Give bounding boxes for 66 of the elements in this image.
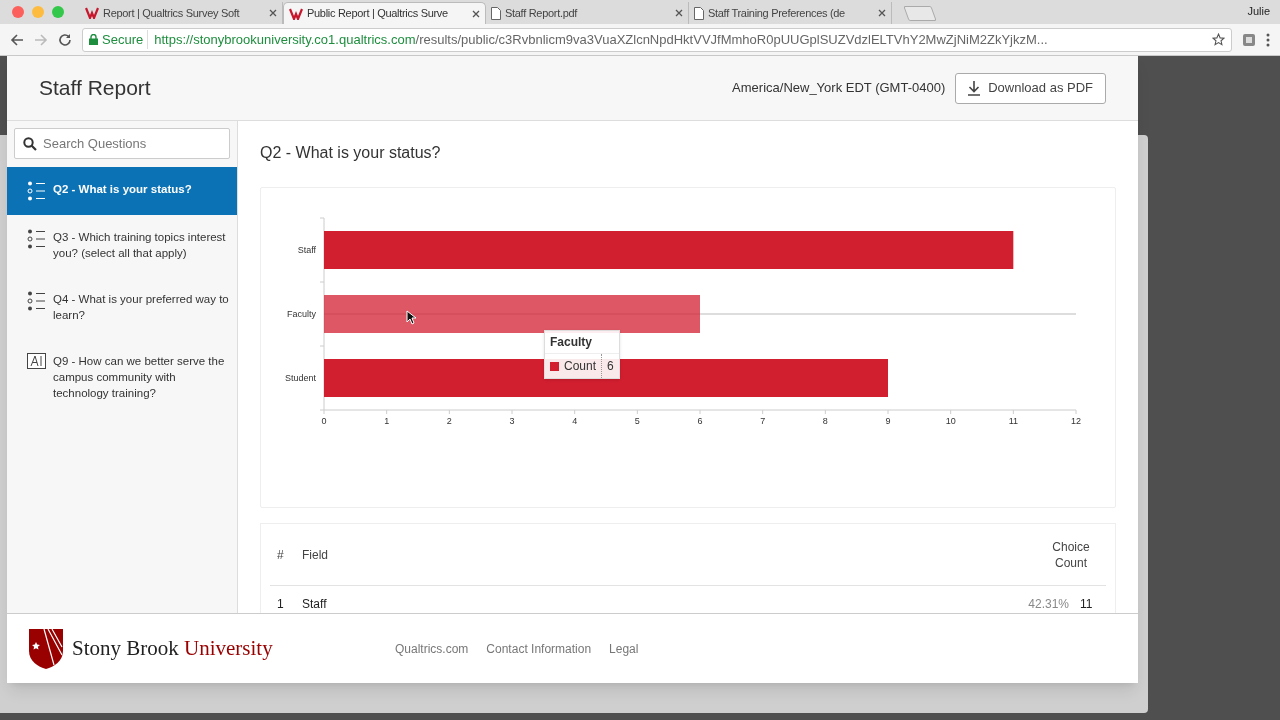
extension-icon[interactable] <box>1242 32 1256 47</box>
search-field[interactable]: Search Questions <box>14 128 230 159</box>
secure-label: Secure <box>102 29 149 50</box>
menu-icon[interactable] <box>1266 32 1270 47</box>
tick-label: 10 <box>945 416 956 426</box>
list-icon <box>27 181 46 201</box>
tick-label: 9 <box>885 416 891 426</box>
category-label: Staff <box>297 245 316 255</box>
category-label: Faculty <box>287 309 316 319</box>
tooltip-label: Count <box>564 358 597 375</box>
tick-label: 12 <box>1071 416 1081 426</box>
bookmark-star-icon[interactable] <box>1212 33 1225 46</box>
tick-label: 3 <box>509 416 515 426</box>
close-tab-icon[interactable] <box>878 9 886 17</box>
close-tab-icon[interactable] <box>472 9 480 18</box>
column-header: Choice Count <box>1051 538 1091 571</box>
tick-label: 4 <box>572 416 578 426</box>
tick-label: 5 <box>634 416 640 426</box>
timezone-label: America/New_York EDT (GMT-0400) <box>732 79 946 98</box>
text-entry-icon <box>27 353 46 369</box>
tick-label: 1 <box>384 416 390 426</box>
list-icon <box>27 291 46 311</box>
column-header: Field <box>302 546 329 564</box>
report-title: Staff Report <box>39 75 151 102</box>
close-tab-icon[interactable] <box>269 9 277 17</box>
search-icon <box>23 137 37 151</box>
category-label: Student <box>284 373 316 383</box>
bar[interactable] <box>324 359 888 397</box>
lock-icon <box>89 34 98 45</box>
address-bar[interactable]: Secure https://stonybrookuniversity.co1.qualtrics.com/results/public/c3Rvbnlicm9va3VuaXZlcnNpdHktVVJfMmhoR0pUUGplSUZVdzlELTVhY2MwZjNiM2ZkYjkzM... <box>82 27 1232 52</box>
legend-swatch <box>550 361 559 371</box>
footer-link[interactable]: Qualtrics.com <box>395 639 469 658</box>
tick-label: 8 <box>822 416 828 426</box>
university-wordmark: Stony Brook University <box>72 634 273 662</box>
tick-label: 7 <box>760 416 766 426</box>
mouse-cursor-icon <box>406 310 416 325</box>
table-cell-text: 42.31% <box>1028 596 1070 613</box>
tooltip-value: 6 <box>606 358 615 375</box>
table-cell-text: Staff <box>302 596 328 613</box>
back-icon[interactable] <box>10 32 24 47</box>
question-nav-item[interactable]: Q9 - How can we better serve the campus community with technology training? <box>7 339 237 415</box>
tick-label: 11 <box>1008 416 1018 426</box>
shield-logo-icon <box>28 627 64 670</box>
tooltip-title: Faculty <box>545 331 619 354</box>
tick-label: 0 <box>321 416 327 426</box>
close-tab-icon[interactable] <box>675 9 683 17</box>
tick-label: 6 <box>697 416 703 426</box>
profile-name[interactable]: Julie <box>1247 3 1270 20</box>
url-text: https://stonybrookuniversity.co1.qualtrics.com/results/public/c3Rvbnlicm9va3VuaXZlcnNpdHktVVJfMmhoR0pUUGplSUZVdzlELTVhY2MwZjNiM2ZkYjkzM... <box>153 30 1048 49</box>
document-icon <box>694 6 704 20</box>
question-nav-item[interactable]: Q2 - What is your status? <box>7 167 237 215</box>
question-nav-item[interactable]: Q3 - Which training topics interest you? (select all that apply) <box>7 215 237 277</box>
footer-link[interactable]: Contact Information <box>486 639 592 658</box>
download-icon <box>968 80 981 96</box>
download-pdf-button[interactable]: Download as PDF <box>955 72 1106 104</box>
footer-link[interactable]: Legal <box>609 639 639 658</box>
document-icon <box>491 6 501 20</box>
list-icon <box>27 229 46 249</box>
question-title: Q2 - What is your status? <box>260 143 442 163</box>
column-header: # <box>276 546 285 564</box>
table-cell-text: 11 <box>1080 596 1094 613</box>
table-cell-text: 1 <box>276 596 285 613</box>
question-nav-item[interactable]: Q4 - What is your preferred way to learn? <box>7 277 237 339</box>
tick-label: 2 <box>446 416 452 426</box>
browser-tab[interactable]: Public Report | Qualtrics Surve <box>283 2 486 24</box>
reload-icon[interactable] <box>58 32 72 47</box>
